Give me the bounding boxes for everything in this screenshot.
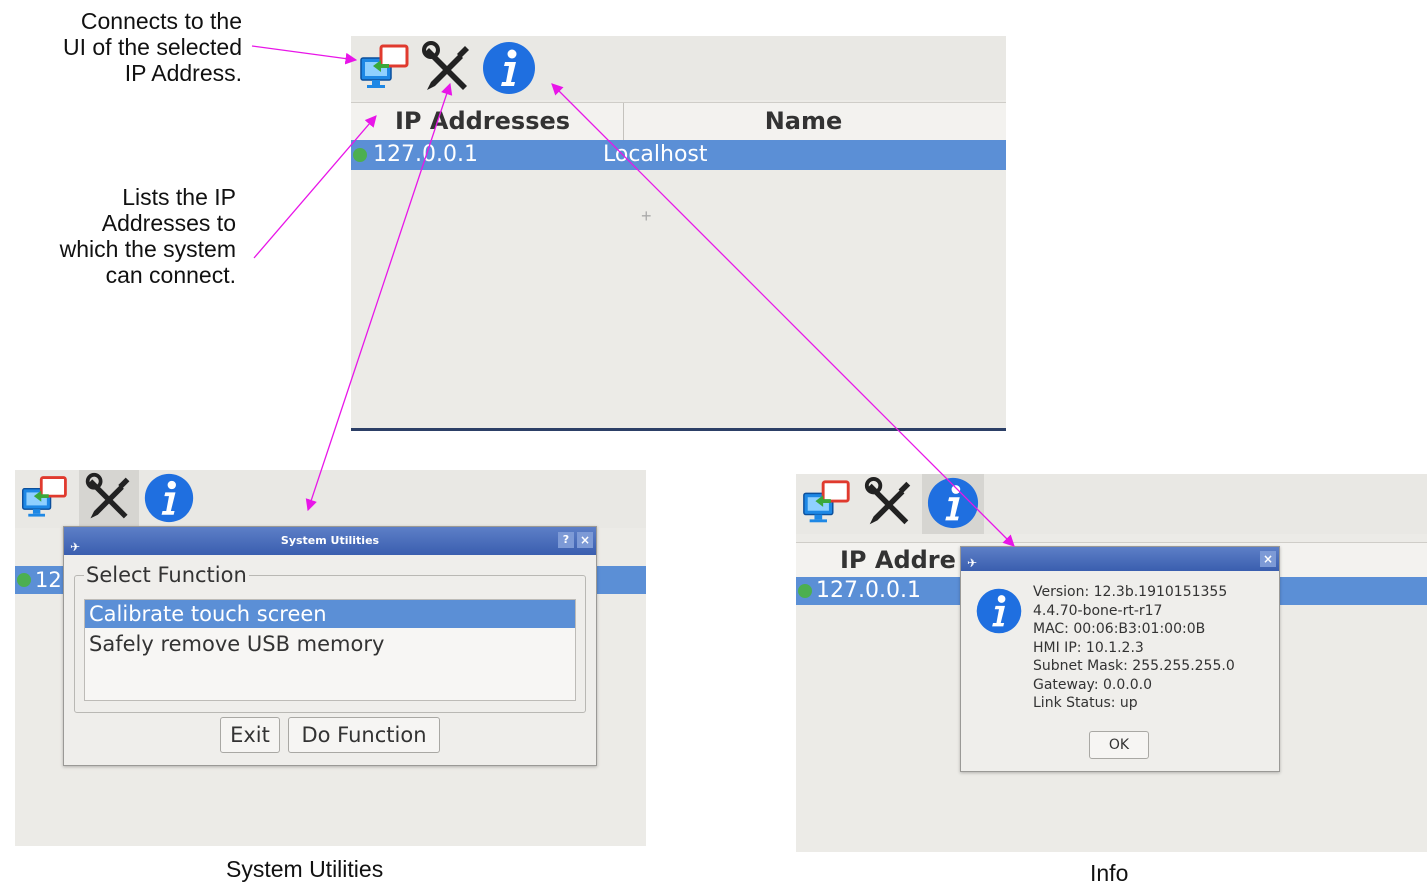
row-ip-partial: 12 [35,568,62,592]
annotation-lists-line2: Addresses to [101,210,236,236]
info-icon[interactable] [926,476,980,530]
function-option-remove-usb[interactable]: Safely remove USB memory [85,630,575,658]
close-button[interactable]: × [577,532,593,548]
main-screen: IP Addresses Name 127.0.0.1 Localhost + [351,36,1006,431]
function-list: Calibrate touch screen Safely remove USB… [84,599,576,701]
info-icon[interactable] [481,40,537,96]
annotation-connects-line2: UI of the selected [63,34,242,60]
info-line-hmi-ip: HMI IP: 10.1.2.3 [1033,639,1144,656]
row-status-icon [17,573,31,587]
tools-icon[interactable] [83,472,135,524]
info-icon[interactable] [143,472,195,524]
info-line-mac: MAC: 00:06:B3:01:00:0B [1033,621,1206,637]
info-screen: IP Addre 127.0.0.1 ✈ × Version: 12.3b.19… [796,474,1427,852]
row-status-icon [353,148,367,162]
info-lines: Version: 12.3b.1910151355 4.4.70-bone-rt… [1033,583,1273,713]
dialog-titlebar[interactable]: ✈ System Utilities ? × [64,527,596,555]
toolbar [796,474,1427,534]
table-row[interactable]: 127.0.0.1 Localhost [351,140,1006,170]
help-button[interactable]: ? [558,532,574,548]
do-function-button[interactable]: Do Function [288,717,440,753]
row-status-icon [798,584,812,598]
cursor-crosshair: + [641,206,652,226]
group-label: Select Function [84,563,249,587]
function-option-calibrate[interactable]: Calibrate touch screen [85,600,575,628]
row-ip: 127.0.0.1 [816,578,921,603]
tools-icon[interactable] [419,40,475,96]
annotation-connects: Connects to the UI of the selected IP Ad… [10,8,242,86]
annotation-connects-line3: IP Address. [124,60,242,86]
connect-monitor-icon[interactable] [19,472,71,524]
app-icon: ✈ [967,556,978,570]
annotation-connects-line1: Connects to the [80,8,242,34]
system-utilities-dialog: ✈ System Utilities ? × Select Function C… [63,526,597,766]
tools-icon[interactable] [862,476,916,530]
toolbar [351,36,1006,100]
info-line-version: Version: 12.3b.1910151355 [1033,584,1228,600]
caption-info: Info [1090,860,1129,886]
row-name: Localhost [603,142,708,167]
info-line-link-status: Link Status: up [1033,695,1138,711]
table-header: IP Addresses Name [351,102,1006,141]
system-utilities-screen: 12 ✈ System Utilities ? × Select Functio… [15,470,646,846]
column-header-name[interactable]: Name [601,103,1006,140]
toolbar [15,470,646,528]
dialog-titlebar[interactable]: ✈ × [961,547,1279,571]
info-message-icon [976,588,1022,634]
annotation-lists: Lists the IP Addresses to which the syst… [0,184,236,288]
exit-button[interactable]: Exit [220,717,280,753]
info-line-subnet: Subnet Mask: 255.255.255.0 [1033,658,1235,674]
annotation-lists-line1: Lists the IP [122,184,236,210]
row-ip: 127.0.0.1 [373,142,478,167]
connect-monitor-icon[interactable] [357,40,413,96]
screen-bottom-edge [351,428,1006,431]
arrow-connects [251,45,358,65]
caption-system-utilities: System Utilities [226,856,384,882]
info-line-kernel: 4.4.70-bone-rt-r17 [1033,602,1163,619]
app-icon: ✈ [70,540,81,554]
annotation-lists-line4: can connect. [105,262,236,288]
dialog-title: System Utilities [280,534,380,547]
connect-monitor-icon[interactable] [800,476,854,530]
annotation-lists-line3: which the system [59,236,236,262]
close-button[interactable]: × [1260,551,1276,567]
info-dialog: ✈ × Version: 12.3b.1910151355 4.4.70-bon… [960,546,1280,772]
info-line-gateway: Gateway: 0.0.0.0 [1033,676,1152,693]
ok-button[interactable]: OK [1089,731,1149,759]
column-header-ip[interactable]: IP Addresses [371,103,624,140]
